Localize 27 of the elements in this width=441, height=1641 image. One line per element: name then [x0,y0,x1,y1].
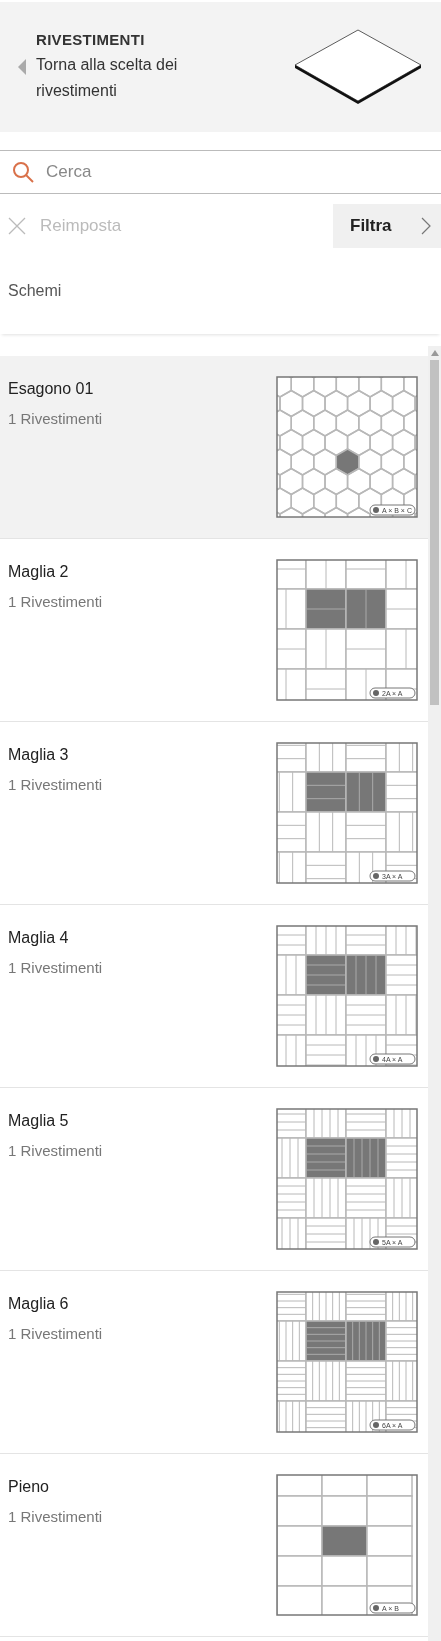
scheme-name: Pieno [8,1478,50,1496]
scheme-count: 1 Rivestimenti [8,1142,103,1159]
panel-title: RIVESTIMENTI [36,30,146,48]
scheme-name: Maglia 5 [8,1112,70,1130]
search-field[interactable]: Cerca [44,161,441,183]
scheme-count: 1 Rivestimenti [8,1325,103,1342]
scroll-up-icon[interactable] [430,350,439,356]
scheme-count: 1 Rivestimenti [8,410,103,427]
scheme-count: 1 Rivestimenti [8,959,103,976]
section-header: Schemi [0,248,441,334]
scheme-count: 1 Rivestimenti [8,593,103,610]
tile-icon [293,27,423,107]
scheme-name: Maglia 4 [8,929,70,947]
scheme-count: 1 Rivestimenti [8,776,103,793]
scrollbar[interactable] [428,346,441,1641]
filter-button[interactable]: Filtra [333,204,441,248]
scheme-name: Maglia 2 [8,563,70,581]
scheme-name: Maglia 3 [8,746,70,764]
scheme-name: Maglia 6 [8,1295,70,1313]
chevron-icon [421,217,431,235]
scheme-name: Esagono 01 [8,380,95,398]
scrollbar-thumb[interactable] [430,360,439,705]
back-caret-icon[interactable] [18,59,26,75]
close-icon [8,217,26,235]
scheme-count: 1 Rivestimenti [8,1508,103,1525]
search-icon [12,161,34,183]
back-link[interactable]: Torna alla scelta dei rivestimenti [36,51,206,104]
